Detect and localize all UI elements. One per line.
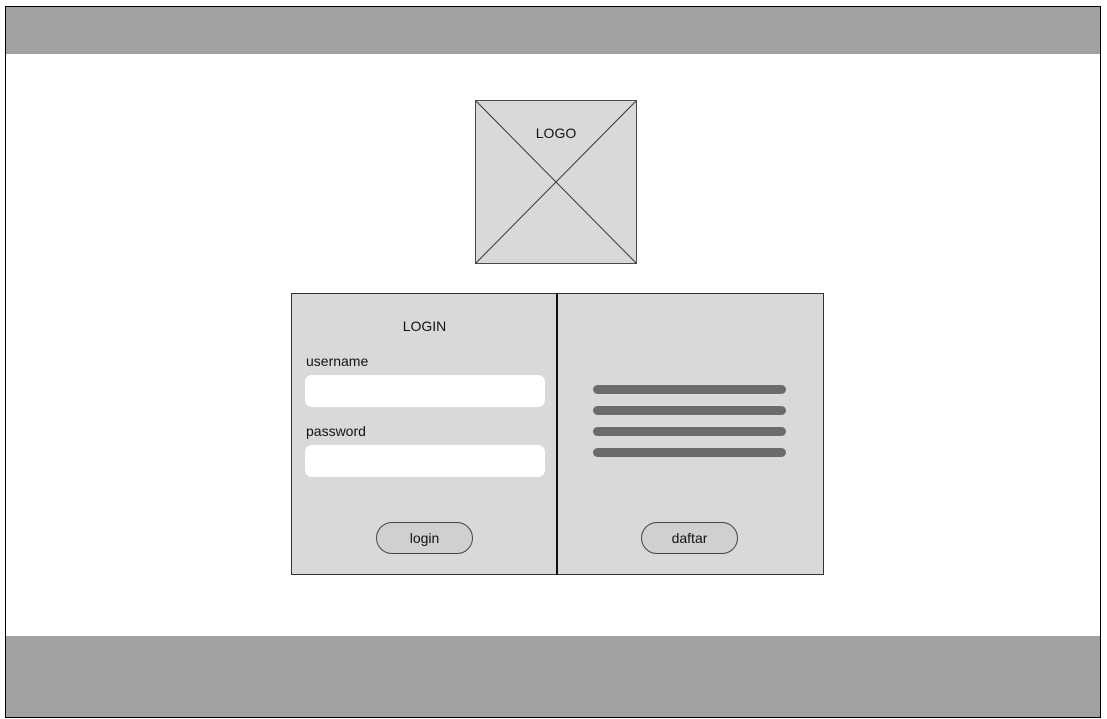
header-bar <box>6 7 1100 54</box>
daftar-button[interactable]: daftar <box>641 522 738 554</box>
text-placeholder-line <box>593 448 786 457</box>
page-frame: LOGO LOGIN username password login dafta… <box>5 6 1101 718</box>
register-panel: daftar <box>556 293 824 575</box>
password-label: password <box>306 423 366 439</box>
text-placeholder-line <box>593 427 786 436</box>
panel-divider <box>556 293 558 575</box>
text-placeholder-line <box>593 385 786 394</box>
password-input[interactable] <box>305 445 545 477</box>
login-button[interactable]: login <box>376 522 473 554</box>
text-placeholder-line <box>593 406 786 415</box>
logo-label: LOGO <box>535 125 577 141</box>
login-panel: LOGIN username password login <box>291 293 558 575</box>
username-label: username <box>306 353 369 369</box>
logo-placeholder: LOGO <box>475 100 637 264</box>
footer-bar <box>6 636 1100 717</box>
text-placeholder <box>593 385 786 469</box>
username-input[interactable] <box>305 375 545 407</box>
login-title: LOGIN <box>402 318 447 334</box>
